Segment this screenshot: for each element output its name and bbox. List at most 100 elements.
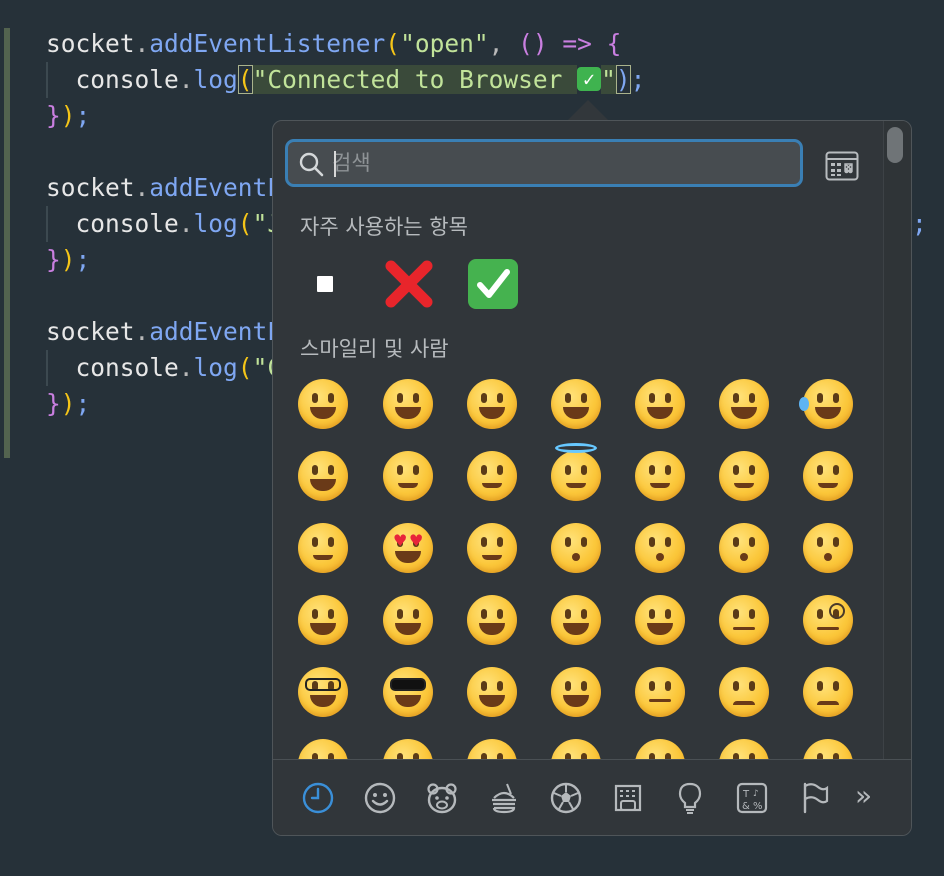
indent-guide <box>46 62 48 98</box>
emoji-cell[interactable]: ♥ ♥ <box>378 518 438 578</box>
check-mark-emoji[interactable] <box>463 254 523 314</box>
code-line[interactable]: console.log("J <box>46 206 283 242</box>
emoji-cell[interactable] <box>630 374 690 434</box>
emoji-cell[interactable] <box>798 446 858 506</box>
face-feature <box>649 393 655 403</box>
emoji-cell[interactable] <box>378 662 438 722</box>
emoji-cell[interactable] <box>293 590 353 650</box>
indent-guide <box>46 206 48 242</box>
emoji-cell[interactable] <box>630 590 690 650</box>
code-token: "open" <box>400 29 489 58</box>
symbols-icon[interactable]: T ♪&% <box>734 780 770 816</box>
code-line[interactable]: }); <box>46 98 90 134</box>
emoji-cell[interactable] <box>293 518 353 578</box>
emoji-cell[interactable] <box>714 374 774 434</box>
emoji-cell[interactable] <box>546 590 606 650</box>
code-token: ; <box>630 65 646 94</box>
emoji-cell[interactable] <box>714 662 774 722</box>
face-feature <box>398 483 418 488</box>
face-feature <box>397 393 403 403</box>
face-feature <box>497 609 503 619</box>
scrollbar-thumb[interactable] <box>887 127 903 163</box>
square-shape <box>317 276 333 292</box>
code-token: addEventListener <box>149 29 386 58</box>
code-token: ( <box>237 209 253 238</box>
smiley-face-icon <box>298 451 348 501</box>
building-icon[interactable] <box>610 780 646 816</box>
emoji-cell[interactable] <box>462 374 522 434</box>
emoji-cell[interactable] <box>378 590 438 650</box>
code-line[interactable]: console.log("C <box>46 350 283 386</box>
emoji-cell[interactable] <box>293 446 353 506</box>
food-icon[interactable] <box>486 780 522 816</box>
emoji-cell[interactable] <box>378 374 438 434</box>
code-token: log <box>193 65 238 94</box>
frequently-used-title: 자주 사용하는 항목 <box>300 215 468 239</box>
face-feature <box>733 465 739 475</box>
emoji-cell[interactable] <box>798 374 858 434</box>
clock-icon[interactable] <box>300 780 336 816</box>
emoji-cell[interactable] <box>462 662 522 722</box>
face-feature <box>328 465 334 475</box>
search-input[interactable] <box>332 146 792 180</box>
emoji-cell[interactable] <box>798 518 858 578</box>
bear-icon[interactable] <box>424 780 460 816</box>
emoji-cell[interactable] <box>630 662 690 722</box>
black-square-emoji[interactable] <box>295 254 355 314</box>
code-token: " <box>601 65 616 94</box>
search-field[interactable] <box>285 139 803 187</box>
emoji-cell[interactable] <box>378 446 438 506</box>
emoji-cell[interactable] <box>714 590 774 650</box>
smiley-face-icon <box>383 451 433 501</box>
face-feature <box>649 537 655 547</box>
smiley-face-icon <box>467 595 517 645</box>
emoji-cell[interactable] <box>293 662 353 722</box>
face-feature <box>749 609 755 619</box>
code-line[interactable]: socket.addEventL <box>46 314 282 350</box>
smiley-face-icon <box>803 667 853 717</box>
emoji-cell[interactable] <box>293 374 353 434</box>
smiley-face-icon <box>719 523 769 573</box>
emoji-cell[interactable] <box>630 518 690 578</box>
emoji-cell[interactable] <box>462 446 522 506</box>
emoji-cell[interactable] <box>714 518 774 578</box>
emoji-cell[interactable] <box>798 662 858 722</box>
code-token: } <box>46 389 61 418</box>
code-token: . <box>178 209 194 238</box>
code-line[interactable]: socket.addEventL <box>46 170 282 206</box>
smiley-face-icon <box>719 451 769 501</box>
emoji-cell[interactable] <box>546 443 606 506</box>
more-categories-button[interactable]: » <box>855 778 872 814</box>
emoji-cell[interactable] <box>462 518 522 578</box>
emoji-cell[interactable] <box>798 590 858 650</box>
smiley-icon[interactable] <box>362 780 398 816</box>
face-feature <box>749 393 755 403</box>
smiley-face-icon <box>551 595 601 645</box>
face-feature <box>817 537 823 547</box>
emoji-cell[interactable] <box>630 446 690 506</box>
emoji-cell[interactable] <box>462 590 522 650</box>
code-line[interactable]: }); <box>46 242 90 278</box>
scrollbar-track[interactable] <box>883 121 911 759</box>
face-feature <box>565 393 571 403</box>
face-feature <box>647 623 673 635</box>
emoji-cell[interactable] <box>546 518 606 578</box>
code-line[interactable]: }); <box>46 386 90 422</box>
face-feature <box>650 483 670 488</box>
soccer-ball-icon[interactable] <box>548 780 584 816</box>
code-token: ; <box>75 389 91 418</box>
smiley-face-icon <box>635 595 685 645</box>
flag-icon[interactable] <box>796 780 832 816</box>
code-token: ) <box>60 101 76 130</box>
code-line[interactable]: console.log("Connected to Browser ✓ "); <box>46 62 645 98</box>
code-line[interactable]: socket.addEventListener("open", () => { <box>46 26 621 62</box>
svg-text:%: % <box>753 801 763 812</box>
face-feature <box>731 407 757 419</box>
character-viewer-icon[interactable] <box>825 151 859 181</box>
lightbulb-icon[interactable] <box>672 780 708 816</box>
emoji-cell[interactable] <box>546 662 606 722</box>
emoji-cell[interactable] <box>546 374 606 434</box>
emoji-cell[interactable] <box>714 446 774 506</box>
cross-mark-emoji[interactable] <box>379 254 439 314</box>
face-feature <box>563 407 589 419</box>
